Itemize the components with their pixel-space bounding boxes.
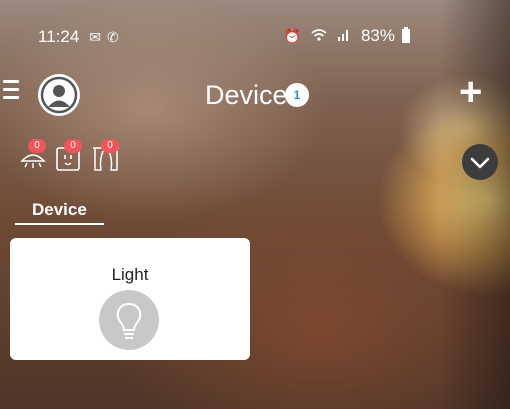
- mail-icon: ✉: [89, 28, 102, 45]
- category-light[interactable]: 0: [18, 139, 48, 173]
- status-bar: 11:24 ✉ ✆ ⏰ 83%: [38, 26, 410, 48]
- phone-icon: ✆: [107, 28, 119, 45]
- device-card-light[interactable]: Light: [10, 238, 250, 360]
- menu-icon[interactable]: [3, 80, 19, 104]
- battery-percent: 83%: [360, 26, 395, 45]
- signal-icon: [337, 28, 351, 45]
- category-socket-count: 0: [64, 139, 82, 153]
- alarm-icon: ⏰: [283, 27, 301, 44]
- category-curtain[interactable]: 0: [91, 139, 121, 173]
- battery-icon: [402, 27, 410, 43]
- wifi-icon: [311, 28, 327, 45]
- avatar-icon[interactable]: [38, 74, 80, 116]
- plus-icon[interactable]: +: [459, 72, 482, 112]
- category-curtain-count: 0: [101, 139, 119, 153]
- chevron-down-icon[interactable]: [462, 144, 498, 180]
- tab-device[interactable]: Device: [32, 200, 87, 220]
- category-socket[interactable]: 0: [54, 139, 84, 173]
- device-count-badge: 1: [285, 83, 309, 107]
- category-light-count: 0: [28, 139, 46, 153]
- tab-underline: [15, 223, 104, 225]
- device-card-label: Light: [111, 265, 149, 284]
- page-title: Device: [205, 80, 288, 110]
- status-time: 11:24: [38, 27, 80, 46]
- bulb-icon: [99, 290, 159, 350]
- background-shade: [440, 0, 510, 409]
